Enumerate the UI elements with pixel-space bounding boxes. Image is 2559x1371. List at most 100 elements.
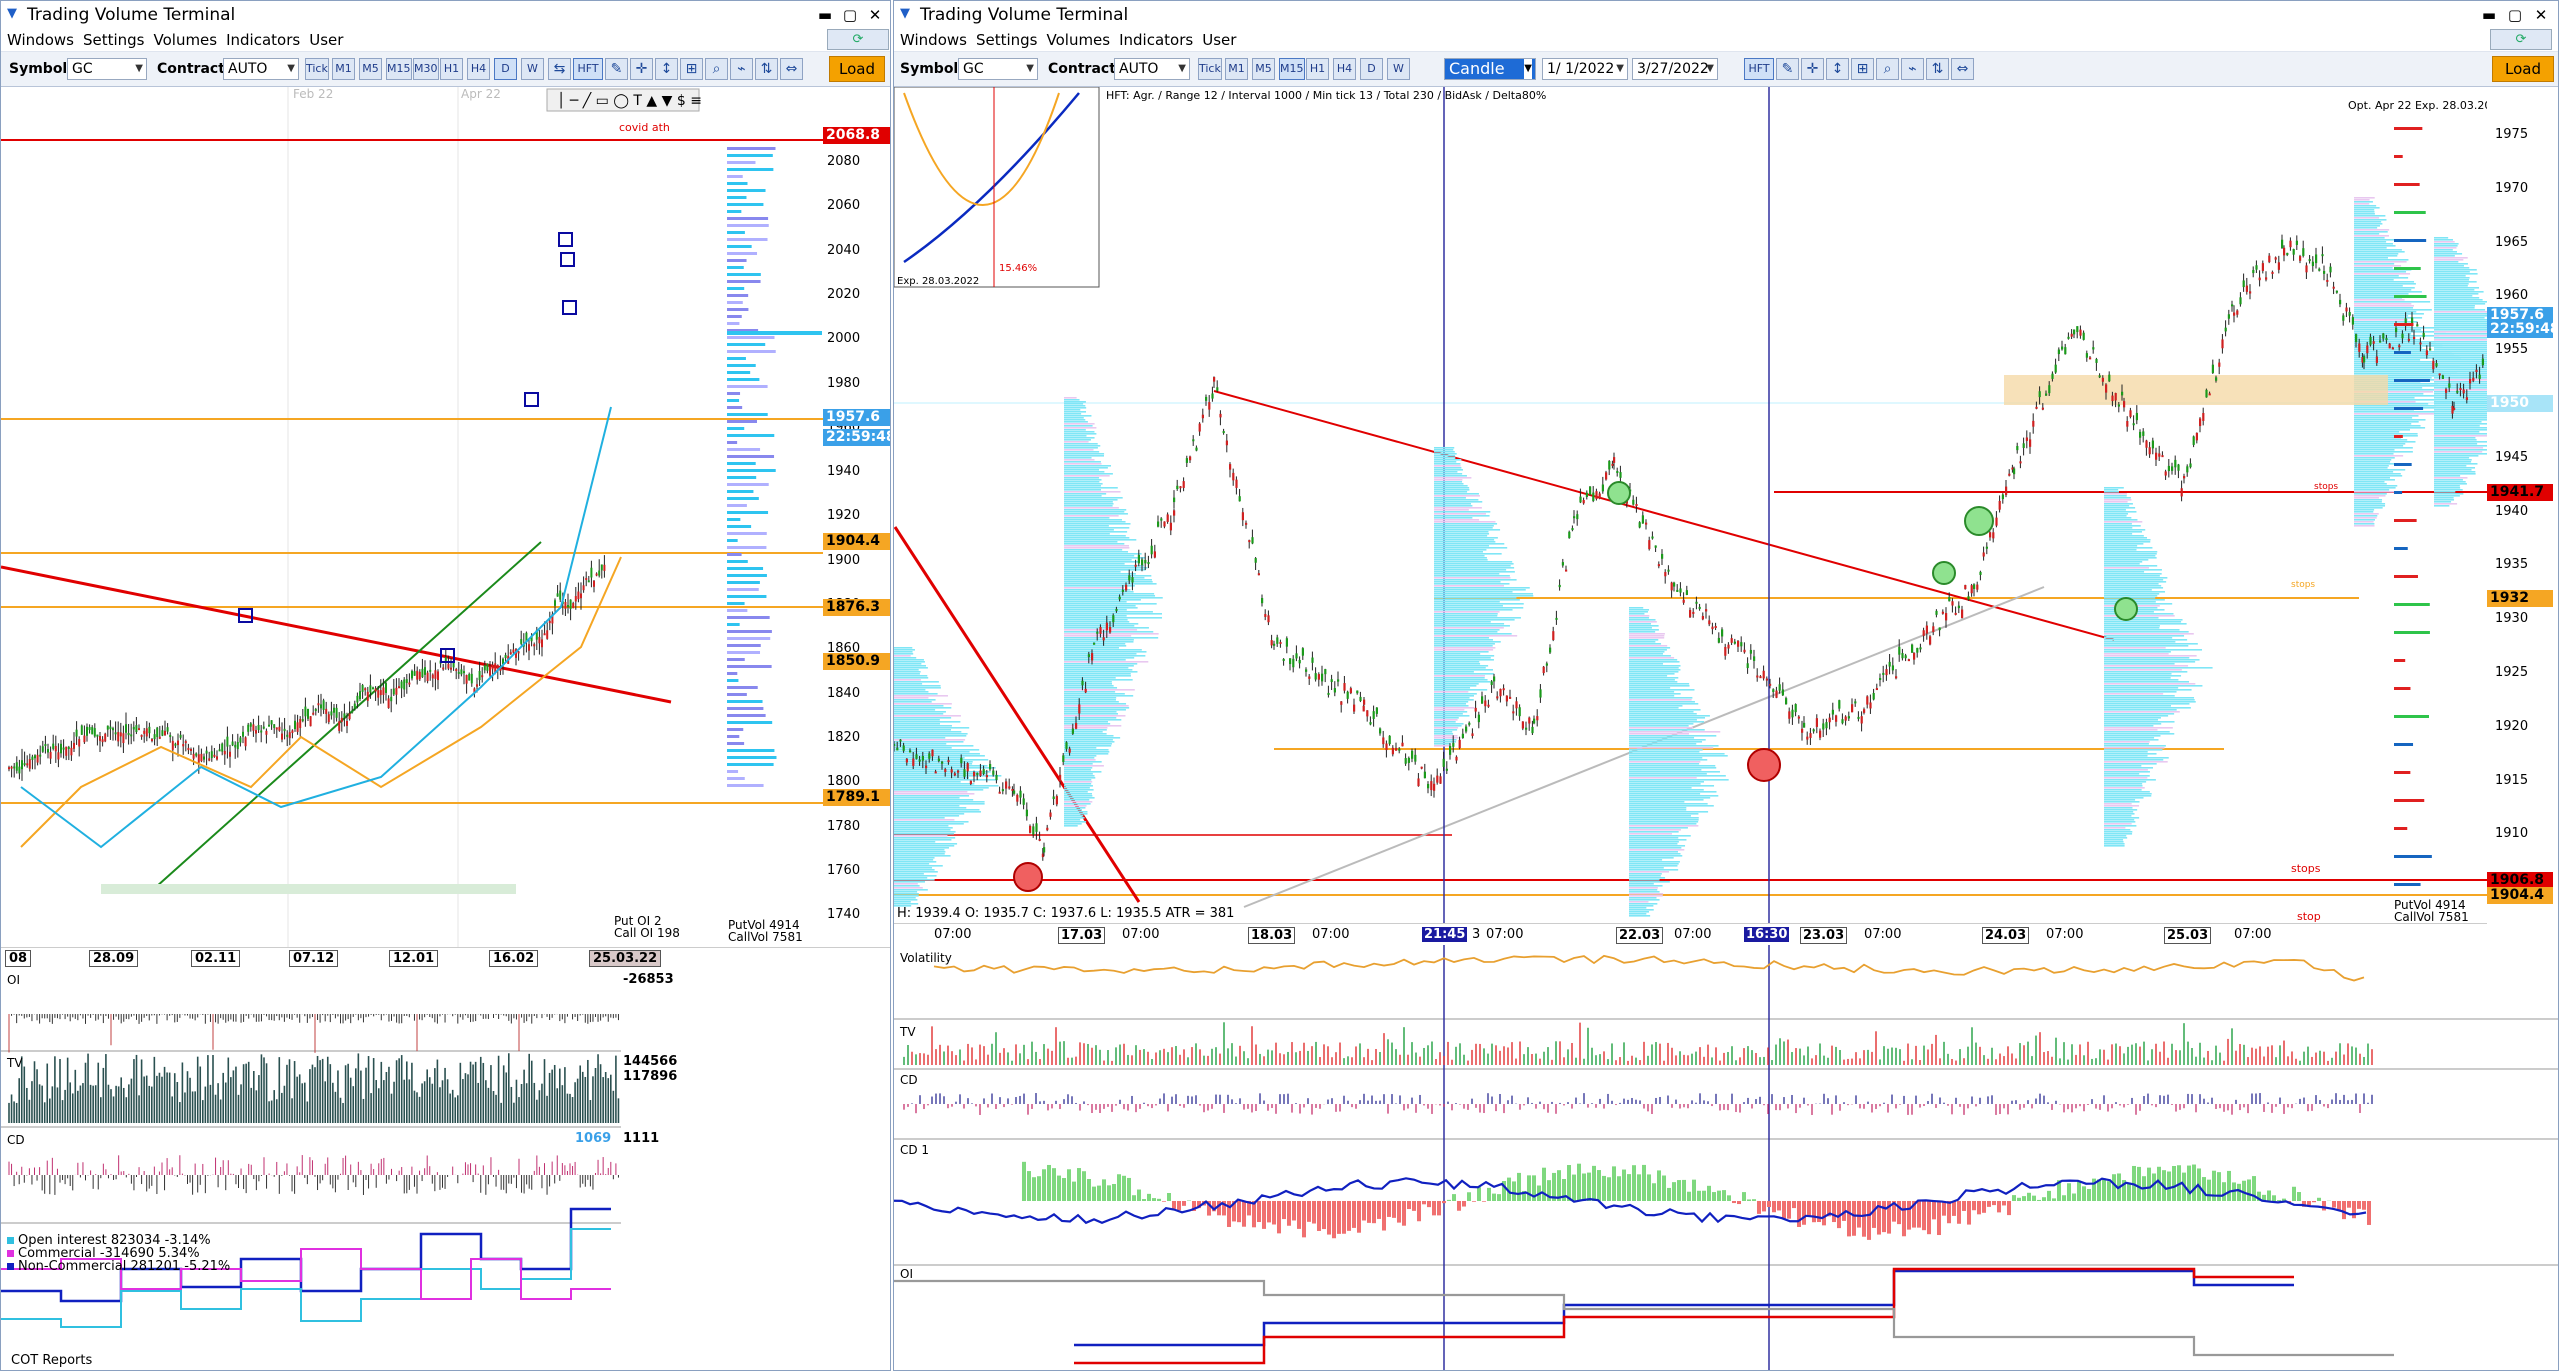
right-terminal-window: ▼ Trading Volume Terminal ▬ ▢ ✕ Windows S…	[893, 0, 2559, 1371]
chart-type-combo[interactable]: Candle ▼	[1444, 58, 1536, 80]
menu-volumes[interactable]: Volumes	[1044, 29, 1114, 51]
cd-panel-label: CD	[900, 1073, 918, 1087]
tf-h4[interactable]: H4	[1333, 58, 1356, 80]
inset-expiration: Exp. 28.03.2022	[897, 276, 979, 287]
symbol-combo[interactable]: GC ▼	[958, 58, 1038, 80]
fit-icon[interactable]: ⊞	[680, 58, 703, 80]
date-from-picker[interactable]: 1/ 1/2022 ▼	[1542, 58, 1628, 80]
pen-icon[interactable]: ✎	[1776, 58, 1799, 80]
maximize-icon[interactable]: ▢	[2504, 4, 2526, 26]
tf-w[interactable]: W	[1387, 58, 1410, 80]
contract-value: AUTO	[1119, 61, 1159, 77]
fit-icon[interactable]: ⊞	[1851, 58, 1874, 80]
close-icon[interactable]: ✕	[2530, 4, 2552, 26]
crosshair-icon[interactable]: ✛	[630, 58, 653, 80]
refresh-icon[interactable]: ⟳	[2490, 29, 2552, 50]
svg-text:│ ─ ╱ ▭ ◯ T ▲ ▼ $ ≡: │ ─ ╱ ▭ ◯ T ▲ ▼ $ ≡	[557, 91, 702, 109]
price-tag: 1941.7	[2487, 484, 2553, 501]
app-logo-icon: ▼	[7, 6, 17, 21]
chart-icon[interactable]: ⌁	[730, 58, 753, 80]
menu-settings[interactable]: Settings	[80, 29, 148, 51]
contract-combo[interactable]: AUTO ▼	[223, 58, 299, 80]
contract-value: AUTO	[228, 61, 268, 77]
date-to-picker[interactable]: 3/27/2022 ▼	[1632, 58, 1718, 80]
hft-button[interactable]: HFT	[573, 58, 603, 80]
tf-d[interactable]: D	[494, 58, 517, 80]
date-tick: 18.03	[1248, 927, 1296, 944]
contract-label: Contract	[157, 61, 225, 77]
header-label: Apr 22	[461, 87, 501, 101]
tf-m15[interactable]: M15	[1279, 58, 1305, 80]
zoom-icon[interactable]: ⌕	[705, 58, 728, 80]
date-tick: 07:00	[1312, 927, 1350, 942]
tf-m5[interactable]: M5	[1252, 58, 1275, 80]
price-tag: 1950	[2487, 395, 2553, 412]
hft-button[interactable]: HFT	[1744, 58, 1774, 80]
tf-d[interactable]: D	[1360, 58, 1383, 80]
price-tick: 2000	[827, 331, 861, 347]
menu-indicators[interactable]: Indicators	[1116, 29, 1196, 51]
stops-label: stops	[2291, 862, 2321, 875]
maximize-icon[interactable]: ▢	[839, 4, 861, 26]
left-indicator-panels	[1, 969, 890, 1370]
minimize-icon[interactable]: ▬	[814, 4, 836, 26]
price-tag: 1876.3	[823, 599, 890, 616]
chevron-down-icon: ▼	[135, 63, 143, 74]
width-icon[interactable]: ⇔	[1951, 58, 1974, 80]
contract-combo[interactable]: AUTO ▼	[1114, 58, 1190, 80]
symbol-combo[interactable]: GC ▼	[67, 58, 147, 80]
ohlc-readout: H: 1939.4 O: 1935.7 C: 1937.6 L: 1935.5 …	[897, 906, 1234, 921]
menu-windows[interactable]: Windows	[897, 29, 970, 51]
price-tag: 22:59:48	[2487, 321, 2558, 338]
date-tick: 23.03	[1800, 927, 1848, 944]
menu-volumes[interactable]: Volumes	[151, 29, 221, 51]
move-icon[interactable]: ↕	[655, 58, 678, 80]
minimize-icon[interactable]: ▬	[2478, 4, 2500, 26]
zoom-icon[interactable]: ⌕	[1876, 58, 1899, 80]
menu-settings[interactable]: Settings	[973, 29, 1041, 51]
width-icon[interactable]: ⇔	[780, 58, 803, 80]
contract-label: Contract	[1048, 61, 1116, 77]
chevron-down-icon: ▼	[1616, 63, 1624, 74]
price-tag: 1932	[2487, 590, 2553, 607]
menu-user[interactable]: User	[1199, 29, 1239, 51]
tf-h4[interactable]: H4	[467, 58, 490, 80]
tf-m1[interactable]: M1	[1225, 58, 1248, 80]
menu-windows[interactable]: Windows	[4, 29, 77, 51]
crosshair-icon[interactable]: ✛	[1801, 58, 1824, 80]
tf-m1[interactable]: M1	[332, 58, 355, 80]
tf-h1[interactable]: H1	[440, 58, 463, 80]
chart-icon[interactable]: ⌁	[1901, 58, 1924, 80]
date-tick: 07:00	[1122, 927, 1160, 942]
refresh-icon[interactable]: ⟳	[827, 29, 889, 50]
tf-tick[interactable]: Tick	[1198, 58, 1222, 80]
tf-w[interactable]: W	[521, 58, 544, 80]
scale-icon[interactable]: ⇅	[1926, 58, 1949, 80]
right-price-chart[interactable]: 15.46% Exp. 28.03.2022 HFT: Agr. / Range…	[894, 87, 2487, 923]
tf-m5[interactable]: M5	[359, 58, 382, 80]
right-indicator-panels	[894, 945, 2558, 1370]
close-icon[interactable]: ✕	[864, 4, 886, 26]
tf-tick[interactable]: Tick	[305, 58, 329, 80]
date-tick: 07:00	[934, 927, 972, 942]
price-tag: 1904.4	[2487, 887, 2553, 904]
scale-icon[interactable]: ⇅	[755, 58, 778, 80]
legend-non-commercial: Non-Commercial 281201 -5.21%	[7, 1260, 230, 1273]
move-icon[interactable]: ↕	[1826, 58, 1849, 80]
left-price-chart[interactable]: │ ─ ╱ ▭ ◯ T ▲ ▼ $ ≡ covid ath	[1, 87, 891, 947]
tf-m30[interactable]: M30	[413, 58, 439, 80]
arrows-icon[interactable]: ⇆	[548, 58, 571, 80]
pen-icon[interactable]: ✎	[605, 58, 628, 80]
price-tag: 1904.4	[823, 533, 890, 550]
load-button[interactable]: Load	[829, 56, 885, 82]
price-tick: 1920	[2495, 718, 2529, 734]
tf-h1[interactable]: H1	[1306, 58, 1329, 80]
menu-user[interactable]: User	[306, 29, 346, 51]
load-button[interactable]: Load	[2492, 56, 2554, 82]
date-tick: 12.01	[389, 950, 439, 967]
tf-m15[interactable]: M15	[386, 58, 412, 80]
menu-indicators[interactable]: Indicators	[223, 29, 303, 51]
date-to-value: 3/27/2022	[1637, 61, 1709, 77]
price-tick: 2060	[827, 198, 861, 214]
price-tick: 1935	[2495, 557, 2529, 573]
